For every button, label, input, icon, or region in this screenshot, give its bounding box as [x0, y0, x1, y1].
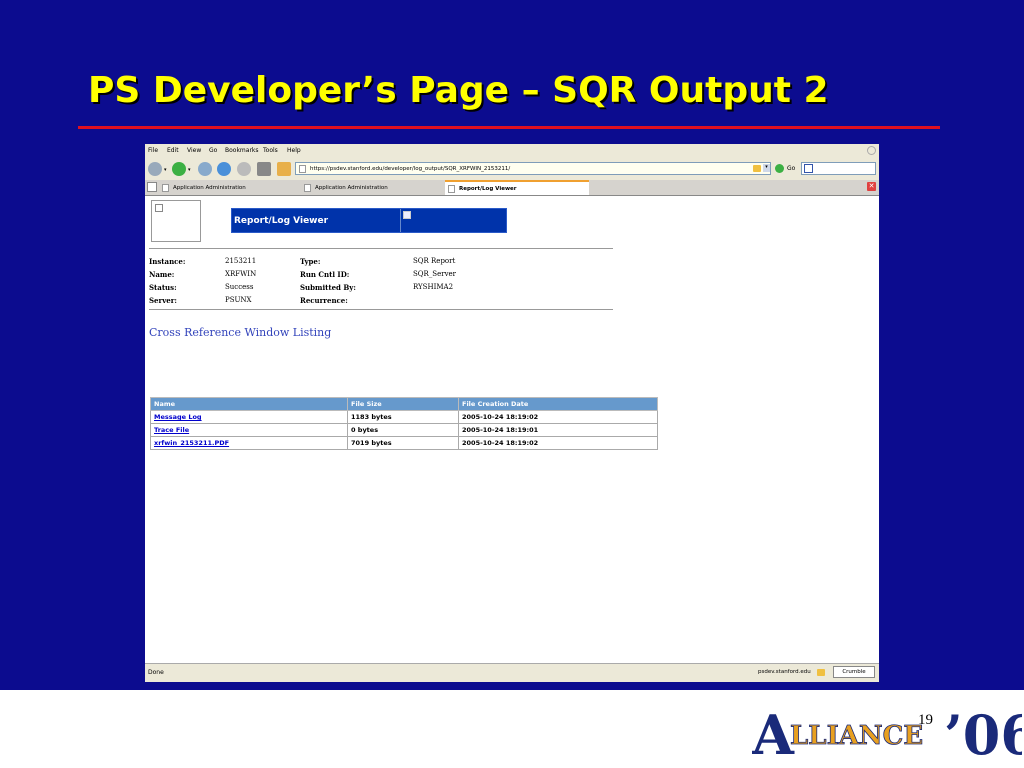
new-tab-icon[interactable]	[147, 182, 157, 192]
name-cell: xrfwin_2153211.PDF	[150, 436, 348, 450]
report-banner: Report/Log Viewer	[231, 208, 507, 233]
name-value: XRFWIN	[225, 270, 257, 278]
section-title: Cross Reference Window Listing	[149, 326, 332, 339]
lock-icon	[753, 165, 761, 172]
tab-application-administration-2[interactable]: Application Administration	[301, 181, 445, 195]
page-content: Report/Log Viewer Instance: 2153211 Type…	[145, 196, 879, 664]
server-label: Server:	[149, 296, 177, 305]
alliance-logo-graphic: A LLIANCE ’06	[751, 703, 1024, 767]
instance-value: 2153211	[225, 257, 257, 265]
url-dropdown-icon[interactable]: ▾	[763, 164, 770, 172]
title-divider	[78, 126, 940, 129]
table-row: Trace File 0 bytes 2005-10-24 18:19:01	[150, 423, 658, 437]
search-engine-icon[interactable]	[804, 164, 813, 173]
name-label: Name:	[149, 270, 175, 279]
name-cell: Trace File	[150, 423, 348, 437]
menu-view[interactable]: View	[187, 147, 201, 154]
svg-text:A: A	[752, 703, 795, 760]
file-table: Name File Size File Creation Date Messag…	[150, 397, 658, 450]
divider-top	[149, 248, 613, 249]
column-header-name: Name	[150, 397, 348, 411]
menu-go[interactable]: Go	[209, 147, 217, 154]
type-label: Type:	[300, 257, 321, 266]
menu-bar: File Edit View Go Bookmarks Tools Help	[145, 144, 879, 158]
crumble-button[interactable]: Crumble	[833, 666, 875, 678]
broken-image-icon	[155, 204, 163, 212]
status-text: Done	[148, 669, 164, 676]
banner-image-area	[400, 209, 508, 232]
forward-icon[interactable]	[172, 162, 186, 176]
pdf-file-link[interactable]: xrfwin_2153211.PDF	[154, 439, 229, 447]
instance-label: Instance:	[149, 257, 186, 266]
status-label: Status:	[149, 283, 177, 292]
file-creation-date-cell: 2005-10-24 18:19:02	[458, 436, 658, 450]
back-dropdown-icon[interactable]: ▾	[164, 167, 167, 173]
file-size-cell: 0 bytes	[347, 423, 459, 437]
stop-icon[interactable]	[237, 162, 251, 176]
slide-background: PS Developer’s Page – SQR Output 2 File …	[0, 0, 1024, 690]
server-value: PSUNX	[225, 296, 252, 304]
file-creation-date-cell: 2005-10-24 18:19:01	[458, 423, 658, 437]
tab-label: Application Administration	[315, 185, 388, 191]
menu-tools[interactable]: Tools	[263, 147, 278, 154]
status-value: Success	[225, 283, 254, 291]
table-header-row: Name File Size File Creation Date	[150, 397, 658, 411]
trace-file-link[interactable]: Trace File	[154, 426, 189, 434]
status-domain: psdev.stanford.edu	[758, 669, 811, 675]
status-bar: Done psdev.stanford.edu Crumble	[145, 663, 879, 682]
menu-bookmarks[interactable]: Bookmarks	[225, 147, 259, 154]
address-bar[interactable]: https://psdev.stanford.edu/developer/log…	[295, 162, 771, 175]
tab-label: Report/Log Viewer	[459, 186, 517, 192]
file-size-cell: 7019 bytes	[347, 436, 459, 450]
forward-dropdown-icon[interactable]: ▾	[188, 167, 191, 173]
navigation-toolbar: ▾ ▾ https://psdev.stanford.edu/developer…	[145, 158, 879, 180]
column-header-file-size: File Size	[347, 397, 459, 411]
page-icon	[448, 185, 455, 193]
reload-icon[interactable]	[198, 162, 212, 176]
slide-title: PS Developer’s Page – SQR Output 2	[88, 70, 829, 111]
go-icon[interactable]	[775, 164, 784, 173]
name-cell: Message Log	[150, 410, 348, 424]
table-row: Message Log 1183 bytes 2005-10-24 18:19:…	[150, 410, 658, 424]
tab-label: Application Administration	[173, 185, 246, 191]
close-tab-icon[interactable]: ✕	[867, 182, 876, 191]
logo-placeholder	[151, 200, 201, 242]
menu-help[interactable]: Help	[287, 147, 301, 154]
submitted-by-value: RYSHIMA2	[413, 283, 454, 291]
menu-edit[interactable]: Edit	[167, 147, 179, 154]
menu-file[interactable]: File	[148, 147, 158, 154]
submitted-by-label: Submitted By:	[300, 283, 356, 292]
go-label[interactable]: Go	[787, 165, 795, 172]
tab-bar: Application Administration Application A…	[145, 180, 879, 196]
alliance-logo: A LLIANCE ’06	[751, 700, 1024, 767]
svg-text:LLIANCE: LLIANCE	[790, 721, 923, 751]
broken-image-icon	[403, 211, 411, 219]
browser-window: File Edit View Go Bookmarks Tools Help ▾…	[145, 144, 879, 682]
tab-application-administration-1[interactable]: Application Administration	[159, 181, 301, 195]
print-icon[interactable]	[257, 162, 271, 176]
banner-title: Report/Log Viewer	[234, 216, 329, 226]
back-icon[interactable]	[148, 162, 162, 176]
file-size-cell: 1183 bytes	[347, 410, 459, 424]
recurrence-label: Recurrence:	[300, 296, 348, 305]
type-value: SQR Report	[413, 257, 456, 265]
table-row: xrfwin_2153211.PDF 7019 bytes 2005-10-24…	[150, 436, 658, 450]
column-header-file-creation-date: File Creation Date	[458, 397, 658, 411]
page-icon	[162, 184, 169, 192]
page-icon	[299, 165, 306, 173]
tab-report-log-viewer[interactable]: Report/Log Viewer	[445, 180, 589, 195]
throbber-icon	[867, 146, 876, 155]
url-text: https://psdev.stanford.edu/developer/log…	[310, 165, 511, 172]
run-cntl-id-label: Run Cntl ID:	[300, 270, 350, 279]
file-creation-date-cell: 2005-10-24 18:19:02	[458, 410, 658, 424]
page-icon	[304, 184, 311, 192]
refresh-icon[interactable]	[217, 162, 231, 176]
home-icon[interactable]	[277, 162, 291, 176]
lock-icon[interactable]	[817, 669, 825, 676]
svg-text:’06: ’06	[944, 703, 1022, 760]
divider-bottom	[149, 309, 613, 310]
message-log-link[interactable]: Message Log	[154, 413, 202, 421]
run-cntl-id-value: SQR_Server	[413, 270, 457, 278]
search-input[interactable]	[801, 162, 876, 175]
